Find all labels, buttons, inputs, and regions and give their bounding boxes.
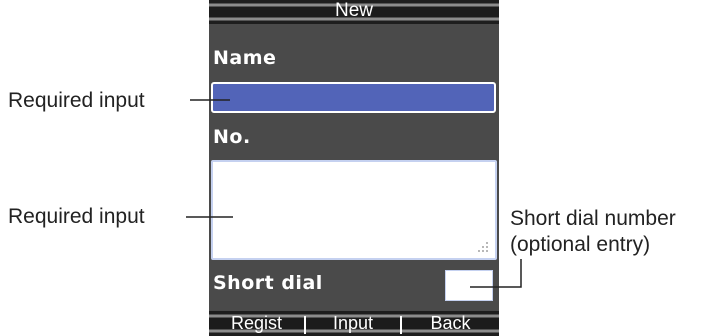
callout-lines — [186, 99, 522, 288]
short-dial-callout-line — [470, 259, 522, 288]
